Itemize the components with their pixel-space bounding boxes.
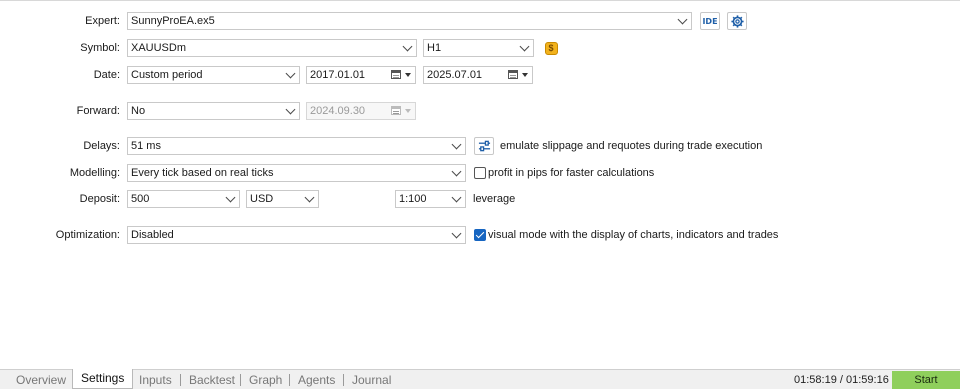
currency-value: USD [250,193,274,205]
timeframe-value: H1 [427,42,442,54]
profit-in-pips-label: profit in pips for faster calculations [488,167,655,179]
timeframe-select[interactable]: H1 [423,39,534,57]
expert-select[interactable]: SunnyProEA.ex5 [127,12,692,30]
chevron-down-icon [402,41,413,52]
forward-date-value: 2024.09.30 [310,105,366,117]
tab-backtest[interactable]: Backtest [181,371,243,389]
visual-mode-checkbox[interactable] [474,229,486,241]
deposit-amount-select[interactable]: 500 [127,190,240,208]
bottom-tab-bar: Overview Settings Inputs Backtest Graph … [0,369,960,389]
date-mode-select[interactable]: Custom period [127,66,300,84]
date-label: Date: [93,69,120,81]
delays-select[interactable]: 51 ms [127,137,466,155]
deposit-label: Deposit: [79,193,120,205]
chevron-down-icon [225,192,236,203]
expert-value: SunnyProEA.ex5 [131,15,215,27]
optimization-value: Disabled [131,229,174,241]
start-button[interactable]: Start [892,371,960,389]
symbol-value: XAUUSDm [131,42,187,54]
delays-note: emulate slippage and requotes during tra… [500,140,763,152]
gear-icon [730,14,744,28]
symbol-label: Symbol: [80,42,120,54]
tab-overview[interactable]: Overview [8,371,74,389]
optimization-label: Optimization: [55,229,120,241]
chevron-down-icon [304,192,315,203]
elapsed-timer: 01:58:19 / 01:59:16 [794,374,889,386]
tab-journal[interactable]: Journal [344,371,399,389]
profit-in-pips-checkbox[interactable] [474,167,486,179]
coin-icon: $ [544,41,558,55]
chevron-down-icon [451,166,462,177]
calendar-icon [391,106,401,115]
tab-agents[interactable]: Agents [290,371,343,389]
ide-icon: IDE [702,16,718,26]
delays-settings-button[interactable] [474,137,494,155]
optimization-select[interactable]: Disabled [127,226,466,244]
date-from-picker[interactable]: 2017.01.01 [306,66,416,84]
date-from-value: 2017.01.01 [310,69,366,81]
symbol-select[interactable]: XAUUSDm [127,39,417,57]
dropdown-arrow-icon [405,73,411,77]
leverage-select[interactable]: 1:100 [395,190,466,208]
ide-button[interactable]: IDE [700,12,720,30]
chevron-down-icon [451,139,462,150]
expert-label: Expert: [85,15,120,27]
calendar-icon [508,70,518,79]
chevron-down-icon [285,68,296,79]
calendar-icon [391,70,401,79]
chevron-down-icon [451,192,462,203]
modelling-value: Every tick based on real ticks [131,167,274,179]
leverage-label: leverage [473,193,516,205]
forward-label: Forward: [76,105,120,117]
settings-button[interactable] [727,12,747,30]
tab-settings[interactable]: Settings [72,369,134,389]
chevron-down-icon [285,104,296,115]
visual-mode-label: visual mode with the display of charts, … [488,229,779,241]
forward-select[interactable]: No [127,102,300,120]
date-mode-value: Custom period [131,69,203,81]
tab-inputs[interactable]: Inputs [131,371,180,389]
deposit-amount-value: 500 [131,193,150,205]
top-divider [0,0,960,1]
symbol-properties-button[interactable]: $ [541,39,561,57]
chevron-down-icon [677,14,688,25]
chevron-down-icon [519,41,530,52]
delays-label: Delays: [83,140,120,152]
chevron-down-icon [451,228,462,239]
dropdown-arrow-icon [522,73,528,77]
tab-graph[interactable]: Graph [241,371,290,389]
date-to-picker[interactable]: 2025.07.01 [423,66,533,84]
forward-value: No [131,105,146,117]
date-to-value: 2025.07.01 [427,69,483,81]
sliders-icon [478,140,490,152]
dropdown-arrow-icon [405,109,411,113]
modelling-select[interactable]: Every tick based on real ticks [127,164,466,182]
leverage-value: 1:100 [399,193,427,205]
currency-select[interactable]: USD [246,190,319,208]
forward-date-picker: 2024.09.30 [306,102,416,120]
modelling-label: Modelling: [69,167,120,179]
delays-value: 51 ms [131,140,161,152]
